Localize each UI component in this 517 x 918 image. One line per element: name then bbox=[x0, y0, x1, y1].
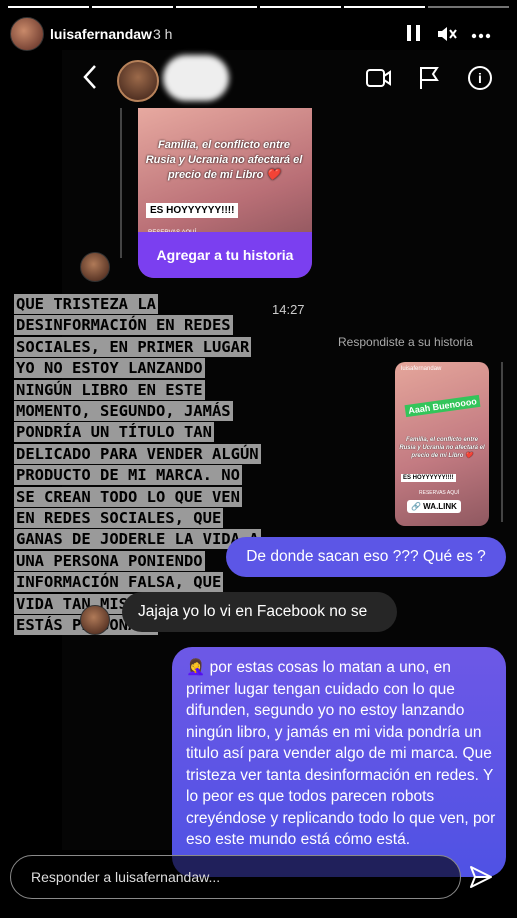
story-mini-username: luisafernandaw bbox=[401, 366, 442, 372]
blurred-contact-name bbox=[163, 55, 229, 101]
progress-segment bbox=[92, 6, 173, 8]
reply-input[interactable]: Responder a luisafernandaw... bbox=[10, 855, 461, 899]
dm-contact-avatar[interactable] bbox=[117, 60, 159, 102]
story-time: 3 h bbox=[153, 26, 173, 42]
flag-icon bbox=[420, 67, 439, 89]
story-greeting: Aaah Buenoooo bbox=[404, 394, 481, 418]
report-button[interactable] bbox=[418, 66, 440, 90]
story-username[interactable]: luisafernandaw bbox=[50, 26, 152, 42]
paper-plane-icon bbox=[470, 866, 492, 888]
message-bubble-received[interactable]: Jajaja yo lo vi en Facebook no se bbox=[122, 592, 397, 632]
video-camera-icon bbox=[366, 69, 391, 87]
story-tag: ES HOYYYYYY!!!! bbox=[401, 474, 456, 482]
progress-segment bbox=[428, 6, 509, 8]
message-bubble-sent[interactable]: 🤦‍♀️ por estas cosas lo matan a uno, en … bbox=[172, 647, 506, 877]
story-caption: Familia, el conflicto entre Rusia y Ucra… bbox=[145, 139, 303, 181]
reply-line-right bbox=[501, 362, 503, 522]
pause-button[interactable] bbox=[407, 25, 421, 43]
info-button[interactable]: i bbox=[468, 66, 492, 90]
avatar[interactable] bbox=[10, 17, 44, 51]
video-call-button[interactable] bbox=[366, 68, 391, 87]
more-dots-icon bbox=[471, 33, 491, 39]
story-tag: ES HOYYYYYY!!!! bbox=[146, 203, 239, 218]
sender-avatar bbox=[80, 252, 110, 282]
sender-avatar bbox=[80, 605, 110, 635]
message-bubble-sent[interactable]: De donde sacan eso ??? Qué es ? bbox=[226, 537, 506, 577]
more-options-button[interactable] bbox=[471, 23, 491, 44]
replied-label: Respondiste a su historia bbox=[338, 335, 473, 349]
progress-segment bbox=[260, 6, 341, 8]
progress-segment bbox=[176, 6, 257, 8]
mute-button[interactable] bbox=[436, 25, 458, 48]
info-icon: i bbox=[478, 70, 482, 86]
back-button[interactable] bbox=[82, 64, 98, 96]
shared-story-card[interactable]: Familia, el conflicto entre Rusia y Ucra… bbox=[138, 108, 312, 278]
pause-icon bbox=[407, 25, 411, 41]
replied-story-thumbnail[interactable]: luisafernandaw Aaah Buenoooo Familia, el… bbox=[395, 362, 489, 526]
story-link-sticker[interactable]: 🔗 WA.LINK bbox=[407, 500, 461, 513]
chevron-left-icon bbox=[83, 65, 96, 89]
story-overlay-text: QUE TRISTEZA LA DESINFORMACIÓN EN REDES … bbox=[14, 294, 264, 637]
progress-segment bbox=[8, 6, 89, 8]
story-progress bbox=[8, 6, 509, 8]
story-caption: Familia, el conflicto entre Rusia y Ucra… bbox=[399, 437, 485, 459]
reply-line bbox=[120, 108, 122, 258]
story-subtext: RESERVAS AQUÍ bbox=[419, 490, 460, 496]
speaker-muted-icon bbox=[438, 27, 457, 41]
pause-icon-bar bbox=[416, 25, 420, 41]
add-to-story-button[interactable]: Agregar a tu historia bbox=[138, 232, 312, 278]
message-timestamp: 14:27 bbox=[272, 302, 305, 317]
progress-segment bbox=[344, 6, 425, 8]
overlay-text-content: QUE TRISTEZA LA DESINFORMACIÓN EN REDES … bbox=[14, 294, 261, 636]
send-button[interactable] bbox=[468, 864, 494, 890]
